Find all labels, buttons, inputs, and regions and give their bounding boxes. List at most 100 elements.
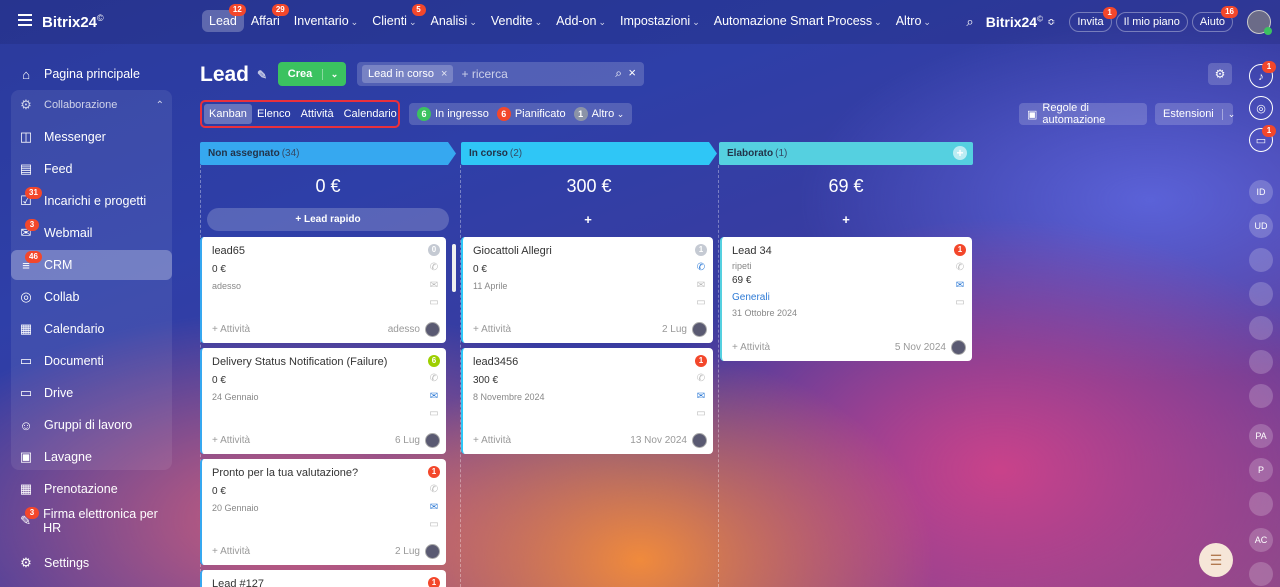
mail-icon[interactable]: ✉ [695, 280, 707, 291]
invite-button[interactable]: Invita 1 [1069, 7, 1117, 32]
group-avatar-icon[interactable] [1249, 384, 1273, 408]
sidebar-item-firma-elettronica-per-hr[interactable]: ✎ 3 Firma elettronica per HR [11, 506, 172, 536]
card-avatar[interactable] [425, 322, 440, 337]
sidebar-item-webmail[interactable]: ✉ 3 Webmail [11, 218, 172, 248]
sidebar-item-prenotazione[interactable]: ▦ Prenotazione [11, 474, 172, 504]
card-title[interactable]: Giocattoli Allegri [473, 245, 552, 257]
nav-item-clienti[interactable]: Clienti ⌄ 5 [365, 4, 426, 32]
sidebar-item-incarichi-e-progetti[interactable]: ☑ 31 Incarichi e progetti [11, 186, 172, 216]
search-icon[interactable]: ⌕ [615, 66, 622, 81]
chevron-up-icon[interactable]: ⌃ [156, 100, 164, 111]
mail-icon[interactable]: ✉ [428, 280, 440, 291]
brand-logo[interactable]: Bitrix24© [42, 13, 104, 31]
mail-icon[interactable]: ✉ [954, 280, 966, 291]
gear-icon[interactable]: ⚙ [1208, 63, 1232, 85]
my-plan-button[interactable]: Il mio piano [1115, 12, 1188, 32]
card-avatar[interactable] [692, 322, 707, 337]
card-title[interactable]: Lead #127 [212, 578, 264, 587]
phone-icon[interactable]: ✆ [695, 262, 707, 273]
phone-icon[interactable]: ✆ [428, 484, 440, 495]
search-filter[interactable]: Lead in corso × + ricerca ⌕ × [357, 62, 644, 86]
nav-item-affari[interactable]: Affari 29 [244, 4, 289, 32]
photo-avatar-icon[interactable] [1249, 282, 1273, 306]
chat-icon[interactable]: ▭ [695, 408, 707, 419]
nav-item-impostazioni[interactable]: Impostazioni ⌄ [613, 10, 707, 32]
card-title[interactable]: Delivery Status Notification (Failure) [212, 356, 387, 368]
view-tab-attività[interactable]: Attività [296, 104, 339, 124]
nav-item-analisi[interactable]: Analisi ⌄ [424, 10, 484, 32]
chat-ai-icon[interactable]: ▭ 1 [1249, 125, 1276, 152]
chat-bubble-icon[interactable] [1249, 350, 1273, 374]
create-button[interactable]: Crea ⌄ [278, 62, 346, 86]
sidebar-item-pagina-principale[interactable]: ⌂ Pagina principale [11, 59, 172, 89]
lead-card[interactable]: lead65 0 0 € adesso + Attività adesso ✆ ✉ ▭ [200, 237, 446, 343]
add-activity-link[interactable]: + Attività [212, 435, 250, 446]
sidebar-item-collab[interactable]: ◎ Collab [11, 282, 172, 312]
list-fab-button[interactable]: ☰ [1199, 543, 1233, 577]
chevron-down-icon[interactable]: ⌄ [1221, 108, 1235, 120]
phone-icon[interactable]: ✆ [695, 373, 707, 384]
lead-card[interactable]: Giocattoli Allegri 1 0 € 11 Aprile + Attivit… [461, 237, 713, 343]
video-icon[interactable] [1249, 562, 1273, 586]
card-title[interactable]: lead3456 [473, 356, 518, 368]
column-header-in-corso[interactable]: In corso (2) [461, 142, 717, 165]
filter-pianificato[interactable]: 6 Pianificato [496, 107, 566, 121]
quick-lead-button[interactable]: + Lead rapido [207, 208, 449, 231]
view-tab-calendario[interactable]: Calendario [339, 104, 402, 124]
column-header-elaborato[interactable]: Elaborato (1) + [719, 142, 973, 165]
chat-icon[interactable]: ▭ [428, 297, 440, 308]
sidebar-item-calendario[interactable]: ▦ Calendario [11, 314, 172, 344]
scrollbar[interactable] [452, 244, 456, 292]
lead-card[interactable]: Pronto per la tua valutazione? 1 0 € 20 Gen… [200, 459, 446, 565]
lead-card[interactable]: Lead #127 1 [200, 570, 446, 587]
sidebar-item-lavagne[interactable]: ▣ Lavagne [11, 442, 172, 472]
close-icon[interactable]: × [441, 68, 447, 80]
chat-icon[interactable]: ▭ [695, 297, 707, 308]
card-title[interactable]: lead65 [212, 245, 245, 257]
note-icon[interactable] [1249, 492, 1273, 516]
group-avatar-icon[interactable] [1249, 248, 1273, 272]
sidebar-item-feed[interactable]: ▤ Feed [11, 154, 172, 184]
avatar-p[interactable]: P [1249, 458, 1273, 482]
card-title[interactable]: Pronto per la tua valutazione? [212, 467, 358, 479]
user-avatar[interactable] [1247, 10, 1272, 35]
sidebar-item-messenger[interactable]: ◫ Messenger [11, 122, 172, 152]
chat-icon[interactable]: ▭ [954, 297, 966, 308]
chat-icon[interactable]: ▭ [428, 408, 440, 419]
bell-icon[interactable]: ♪ 1 [1249, 61, 1276, 88]
clear-icon[interactable]: × [628, 65, 636, 80]
card-title[interactable]: Lead 34 [732, 245, 772, 257]
filter-in-ingresso[interactable]: 6 In ingresso [417, 107, 489, 121]
phone-icon[interactable]: ✆ [428, 373, 440, 384]
add-activity-link[interactable]: + Attività [212, 546, 250, 557]
group-avatar-icon[interactable] [1249, 316, 1273, 340]
lead-card[interactable]: Lead 34 1 ripeti 69 € Generali 31 Ottobre 202… [720, 237, 972, 361]
add-column-icon[interactable]: + [953, 146, 967, 160]
nav-item-automazione-smart-process[interactable]: Automazione Smart Process ⌄ [707, 10, 889, 32]
phone-icon[interactable]: ✆ [428, 262, 440, 273]
avatar-id[interactable]: ID [1249, 180, 1273, 204]
add-activity-link[interactable]: + Attività [212, 324, 250, 335]
column-header-non-assegnato[interactable]: Non assegnato (34) [200, 142, 456, 165]
mail-icon[interactable]: ✉ [428, 391, 440, 402]
menu-icon[interactable] [18, 14, 32, 26]
avatar-ud[interactable]: UD [1249, 214, 1273, 238]
automation-rules-button[interactable]: ▣ Regole di automazione [1019, 102, 1147, 126]
avatar-ac[interactable]: AC [1249, 528, 1273, 552]
nav-item-vendite[interactable]: Vendite ⌄ [484, 10, 549, 32]
card-avatar[interactable] [425, 433, 440, 448]
nav-item-altro[interactable]: Altro ⌄ [889, 10, 938, 32]
copilot-icon[interactable]: ◎ [1249, 96, 1273, 120]
lead-card[interactable]: lead3456 1 300 € 8 Novembre 2024 + Attività 1… [461, 348, 713, 454]
nav-item-inventario[interactable]: Inventario ⌄ [287, 10, 365, 32]
search-input[interactable]: + ricerca [461, 67, 507, 81]
help-button[interactable]: Aiuto 16 [1191, 6, 1238, 32]
chat-icon[interactable]: ▭ [428, 519, 440, 530]
sidebar-item-collaborazione[interactable]: ⚙ Collaborazione ⌃ [11, 90, 172, 120]
phone-icon[interactable]: ✆ [954, 262, 966, 273]
pin-icon[interactable]: ✎ [257, 68, 267, 82]
lead-card[interactable]: Delivery Status Notification (Failure) 6 0… [200, 348, 446, 454]
sidebar-item-gruppi-di-lavoro[interactable]: ☺ Gruppi di lavoro [11, 410, 172, 440]
card-avatar[interactable] [425, 544, 440, 559]
card-avatar[interactable] [692, 433, 707, 448]
